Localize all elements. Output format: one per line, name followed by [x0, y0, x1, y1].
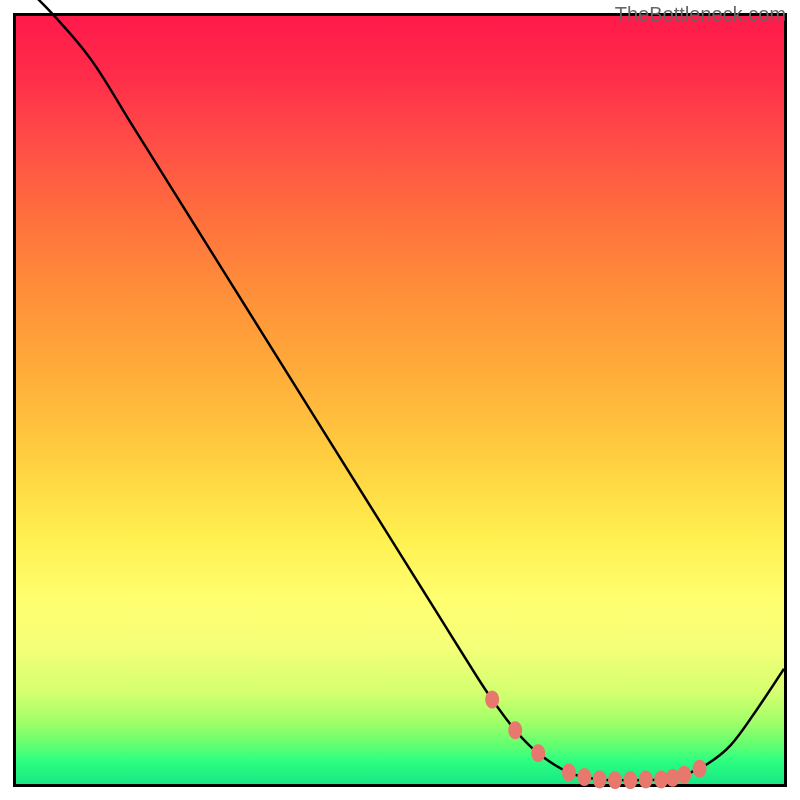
- bottleneck-curve: [16, 0, 784, 780]
- marker-point: [508, 721, 522, 739]
- plot-area: [13, 13, 787, 787]
- marker-point: [639, 771, 653, 789]
- marker-point: [693, 760, 707, 778]
- marker-point: [608, 771, 622, 789]
- marker-point: [577, 768, 591, 786]
- marker-point: [666, 769, 680, 787]
- curve-markers: [485, 691, 706, 789]
- watermark-text: TheBottleneck.com: [615, 4, 786, 27]
- marker-point: [593, 771, 607, 789]
- marker-point: [531, 744, 545, 762]
- marker-point: [562, 764, 576, 782]
- marker-point: [677, 766, 691, 784]
- chart-svg: [16, 16, 784, 784]
- marker-point: [485, 691, 499, 709]
- marker-point: [623, 771, 637, 789]
